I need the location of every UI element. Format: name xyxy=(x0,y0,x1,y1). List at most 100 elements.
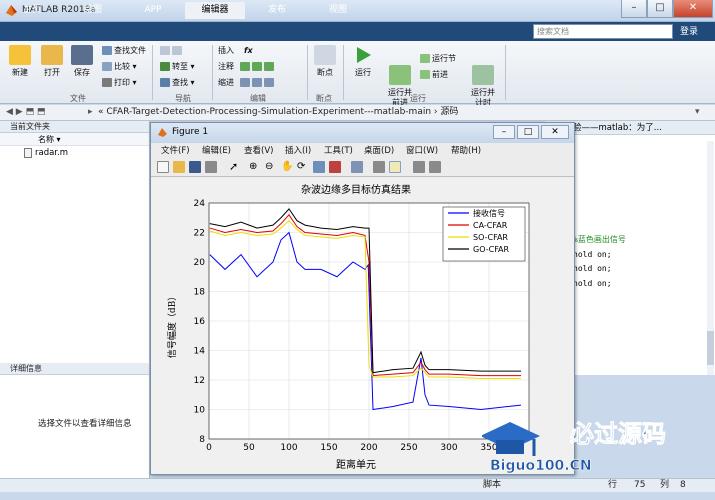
new-button[interactable]: 新建 xyxy=(6,45,34,78)
compare-button[interactable]: 比较 ▾ xyxy=(102,62,137,72)
panel-title: 当前文件夹 xyxy=(0,121,149,133)
menu-help[interactable]: 帮助(H) xyxy=(451,143,481,159)
scrollbar-thumb[interactable] xyxy=(707,331,714,365)
editor-scrollbar[interactable] xyxy=(707,141,714,375)
pan-icon[interactable]: ✋ xyxy=(281,161,293,173)
menu-edit[interactable]: 编辑(E) xyxy=(202,143,231,159)
legend-icon[interactable] xyxy=(389,161,401,173)
folder-icon xyxy=(41,45,63,65)
menu-file[interactable]: 文件(F) xyxy=(161,143,190,159)
run-time-button[interactable]: 运行并 计时 xyxy=(468,45,498,108)
tab-editor[interactable]: 编辑器 xyxy=(185,2,245,19)
menu-window[interactable]: 窗口(W) xyxy=(406,143,438,159)
save-button[interactable]: 保存 xyxy=(68,45,96,78)
m-file-icon xyxy=(24,147,32,158)
fx-button[interactable]: fx xyxy=(244,46,253,56)
watermark: 必过源码 Biguo100.CN xyxy=(480,412,682,482)
open-icon[interactable] xyxy=(173,161,185,173)
print-button[interactable]: 打印 ▾ xyxy=(102,78,137,88)
show-tools-icon[interactable] xyxy=(429,161,441,173)
comment-icons[interactable] xyxy=(240,62,276,72)
figure-maximize-button[interactable]: □ xyxy=(517,125,539,139)
figure-title-bar: Figure 1 – □ ✕ xyxy=(151,123,574,143)
advance-icon xyxy=(420,70,430,79)
stopwatch-icon xyxy=(472,65,494,85)
tab-plots[interactable]: 绘图 xyxy=(72,2,114,19)
figure-minimize-button[interactable]: – xyxy=(493,125,515,139)
legend-entry: CA-CFAR xyxy=(473,221,508,230)
brush-icon[interactable] xyxy=(329,161,341,173)
menu-view[interactable]: 查看(V) xyxy=(244,143,273,159)
y-tick-label: 18 xyxy=(194,288,206,298)
figure-logo-icon xyxy=(157,127,168,138)
divider xyxy=(343,45,344,100)
x-tick-label: 300 xyxy=(440,443,457,453)
y-tick-label: 24 xyxy=(194,199,206,209)
insert-button[interactable]: 插入 xyxy=(218,46,234,56)
y-tick-label: 14 xyxy=(194,347,206,357)
menu-desktop[interactable]: 桌面(D) xyxy=(364,143,394,159)
login-link[interactable]: 登录 xyxy=(680,24,698,37)
code-line: hold on; xyxy=(573,278,612,288)
indent-button[interactable]: 缩进 xyxy=(218,78,234,88)
watermark-logo-icon: 必过源码 Biguo100.CN xyxy=(480,420,666,474)
x-axis-label: 距离单元 xyxy=(336,458,376,471)
y-tick-label: 22 xyxy=(194,229,205,239)
close-button[interactable]: ✕ xyxy=(673,0,713,18)
tab-publish[interactable]: 发布 xyxy=(255,2,299,19)
tab-home[interactable]: 主页 xyxy=(12,2,52,19)
group-file-label: 文件 xyxy=(70,94,86,103)
open-button[interactable]: 打开 xyxy=(38,45,66,78)
path-dropdown-icon[interactable]: ▾ xyxy=(695,105,700,120)
comment-button[interactable]: 注释 xyxy=(218,62,234,72)
chart-title: 杂波边缘多目标仿真结果 xyxy=(301,183,411,196)
nav-arrows-icon[interactable]: ◀ ▶ ⬒ ⬒ xyxy=(6,105,45,120)
colorbar-icon[interactable] xyxy=(373,161,385,173)
x-tick-label: 100 xyxy=(280,443,297,453)
pointer-icon[interactable]: ➚ xyxy=(229,161,241,173)
find-files-button[interactable]: 查找文件 xyxy=(102,46,146,56)
column-header-name[interactable]: 名称 ▾ xyxy=(0,133,149,146)
legend[interactable]: 接收信号 CA-CFAR SO-CFAR GO-CFAR xyxy=(442,206,526,262)
nav-arrows[interactable] xyxy=(160,46,184,56)
wrap-icon xyxy=(264,62,274,71)
maximize-button[interactable]: □ xyxy=(647,0,673,18)
zoom-out-icon[interactable]: ⊖ xyxy=(265,161,277,173)
run-button[interactable]: 运行 xyxy=(350,45,376,78)
figure-close-button[interactable]: ✕ xyxy=(541,125,569,139)
hide-tools-icon[interactable] xyxy=(413,161,425,173)
folder-up-icon[interactable]: ▸ xyxy=(88,105,93,120)
figure-title: Figure 1 xyxy=(172,127,209,137)
x-tick-label: 250 xyxy=(400,443,417,453)
minimize-button[interactable]: – xyxy=(621,0,647,18)
current-path[interactable]: « CFAR-Target-Detection-Processing-Simul… xyxy=(98,105,458,120)
find-button[interactable]: 查找 ▾ xyxy=(160,78,195,88)
advance-button[interactable]: 前进 xyxy=(420,70,448,80)
search-docs-input[interactable]: 搜索文档 xyxy=(533,24,673,39)
link-icon[interactable] xyxy=(351,161,363,173)
data-cursor-icon[interactable] xyxy=(313,161,325,173)
goto-button[interactable]: 转至 ▾ xyxy=(160,62,195,72)
run-section-button[interactable]: 运行节 xyxy=(420,54,456,64)
x-tick-label: 50 xyxy=(243,443,255,453)
forward-icon xyxy=(172,46,182,55)
code-lines[interactable]: %蓝色画出信号 hold on; hold on; hold on; xyxy=(573,233,626,291)
print-icon[interactable] xyxy=(205,161,217,173)
indent-icons[interactable] xyxy=(240,78,276,88)
new-figure-icon[interactable] xyxy=(157,161,169,173)
uncomment-icon xyxy=(252,62,262,71)
breakpoints-button[interactable]: 断点 xyxy=(312,45,338,78)
menu-tools[interactable]: 工具(T) xyxy=(324,143,353,159)
run-section-icon xyxy=(420,54,430,63)
zoom-in-icon[interactable]: ⊕ xyxy=(249,161,261,173)
tab-view[interactable]: 视图 xyxy=(316,2,360,19)
menu-insert[interactable]: 插入(I) xyxy=(285,143,311,159)
save-icon[interactable] xyxy=(189,161,201,173)
rotate-icon[interactable]: ⟳ xyxy=(297,161,309,173)
code-line: %蓝色画出信号 xyxy=(573,235,626,244)
watermark-url: Biguo100.CN xyxy=(490,458,592,474)
tab-apps[interactable]: APP xyxy=(133,2,173,19)
details-hint: 选择文件以查看详细信息 xyxy=(38,419,132,429)
divider xyxy=(212,45,213,100)
list-item[interactable]: radar.m xyxy=(0,146,149,160)
